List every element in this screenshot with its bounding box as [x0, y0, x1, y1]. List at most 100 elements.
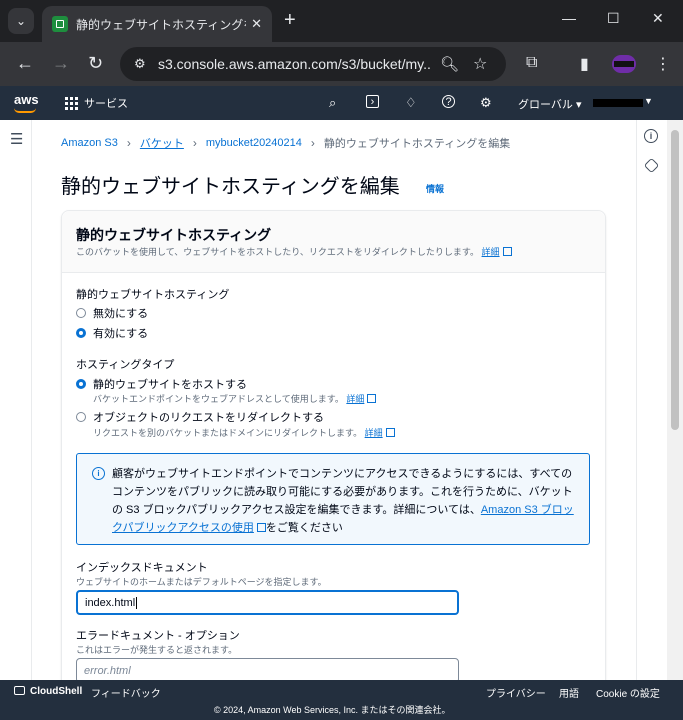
redirect-description: リクエストを別のバケットまたはドメインにリダイレクトします。 詳細	[93, 426, 395, 439]
left-navigation-rail: ☰	[0, 120, 32, 680]
tools-icon[interactable]	[643, 157, 660, 174]
right-tools-rail: i	[636, 120, 666, 680]
radio-disable-icon[interactable]	[76, 308, 86, 318]
panel-title: 静的ウェブサイトホスティング	[76, 227, 272, 243]
alert-text: 顧客がウェブサイトエンドポイントでコンテンツにアクセスできるようにするには、すべ…	[112, 465, 582, 537]
external-link-icon	[502, 247, 512, 256]
text-caret	[136, 596, 138, 609]
browser-tab[interactable]: 静的ウェブサイトホスティングを編集 ✕	[42, 6, 272, 42]
scrollbar-thumb[interactable]	[671, 130, 679, 430]
error-document-label: エラードキュメント - オプション	[76, 630, 240, 642]
forward-arrow-icon[interactable]: →	[52, 53, 70, 73]
tab-close-icon[interactable]: ✕	[251, 16, 262, 32]
privacy-link[interactable]: プライバシー	[486, 685, 546, 700]
cloudshell-button[interactable]: CloudShell	[14, 685, 82, 697]
cloudshell-label[interactable]: CloudShell	[30, 686, 82, 697]
feedback-link[interactable]: フィードバック	[91, 685, 161, 700]
profile-avatar[interactable]	[612, 55, 636, 73]
reload-icon[interactable]: ↻	[88, 53, 103, 73]
terms-link[interactable]: 用語	[559, 685, 579, 700]
panel-description-text: このバケットを使用して、ウェブサイトをホストしたり、リクエストをリダイレクトした…	[76, 247, 480, 257]
radio-disable[interactable]: 無効にする	[76, 305, 148, 321]
info-link[interactable]: 情報	[426, 182, 444, 195]
radio-redirect-label[interactable]: オブジェクトのリクエストをリダイレクトする	[93, 409, 324, 425]
radio-host-static[interactable]: 静的ウェブサイトをホストする	[76, 376, 247, 392]
aws-console-footer: CloudShell フィードバック プライバシー 用語 Cookie の設定 …	[0, 680, 683, 720]
panel-detail-link[interactable]: 詳細	[482, 247, 500, 257]
settings-gear-icon[interactable]: ⚙	[480, 95, 492, 111]
hosting-type-label: ホスティングタイプ	[76, 359, 175, 371]
site-settings-icon[interactable]: ⚙	[134, 56, 158, 72]
radio-redirect-icon[interactable]	[76, 412, 86, 422]
breadcrumb-bucket-name[interactable]: mybucket20240214	[206, 137, 302, 149]
radio-enable-label[interactable]: 有効にする	[93, 325, 148, 341]
breadcrumb-separator-icon: ›	[192, 136, 197, 150]
tab-title: 静的ウェブサイトホスティングを編集	[76, 17, 246, 32]
copyright-text: © 2024, Amazon Web Services, Inc. またはその関…	[214, 705, 451, 715]
side-panel-icon[interactable]: ▮	[580, 54, 589, 74]
services-menu[interactable]: サービス	[65, 95, 128, 111]
breadcrumb-amazon-s3[interactable]: Amazon S3	[61, 137, 118, 149]
redirect-description-text: リクエストを別のバケットまたはドメインにリダイレクトします。	[93, 428, 363, 438]
close-window-button[interactable]: ✕	[652, 10, 664, 27]
redirect-detail-link[interactable]: 詳細	[365, 428, 383, 438]
maximize-button[interactable]: ☐	[607, 10, 620, 27]
panel-header: 静的ウェブサイトホスティング このバケットを使用して、ウェブサイトをホストしたり…	[62, 211, 605, 273]
new-tab-button[interactable]: +	[284, 9, 296, 31]
minimize-button[interactable]: —	[562, 10, 576, 26]
aws-console-header: aws サービス ⌕ › ♢ ? ⚙ グローバル ▾ ▼	[0, 86, 683, 120]
search-icon[interactable]: ⌕	[329, 95, 336, 111]
radio-host-static-icon[interactable]	[76, 379, 86, 389]
tab-search-icon[interactable]: ⌄	[8, 8, 34, 34]
external-link-icon	[256, 523, 266, 532]
notifications-bell-icon[interactable]: ♢	[405, 95, 417, 111]
aws-logo-smile-icon	[14, 108, 36, 113]
breadcrumb-buckets[interactable]: バケット	[140, 135, 184, 151]
panel-description: このバケットを使用して、ウェブサイトをホストしたり、リクエストをリダイレクトした…	[76, 245, 512, 258]
tab-bar: ⌄ 静的ウェブサイトホスティングを編集 ✕ + — ☐ ✕	[0, 0, 683, 42]
help-icon[interactable]: ?	[442, 95, 455, 108]
error-document-placeholder[interactable]: error.html	[84, 665, 131, 677]
host-static-description-text: バケットエンドポイントをウェブアドレスとして使用します。	[93, 394, 344, 404]
alert-text-tail: をご覧ください	[265, 522, 343, 534]
index-document-input[interactable]: index.html	[76, 590, 459, 615]
extensions-puzzle-icon[interactable]: ⧉	[526, 54, 537, 72]
zoom-icon[interactable]: 🔍︎	[440, 55, 459, 73]
external-link-icon	[385, 428, 395, 437]
host-static-detail-link[interactable]: 詳細	[346, 394, 364, 404]
static-hosting-panel: 静的ウェブサイトホスティング このバケットを使用して、ウェブサイトをホストしたり…	[61, 210, 606, 680]
back-arrow-icon[interactable]: ←	[16, 53, 34, 73]
radio-host-static-label[interactable]: 静的ウェブサイトをホストする	[93, 376, 247, 392]
info-icon: i	[92, 467, 105, 480]
browser-menu-icon[interactable]: ⋮	[655, 54, 671, 74]
error-document-input[interactable]: error.html	[76, 658, 459, 680]
breadcrumb-current: 静的ウェブサイトホスティングを編集	[323, 138, 511, 150]
breadcrumb-separator-icon: ›	[126, 136, 131, 150]
bookmark-star-icon[interactable]: ☆	[473, 54, 487, 74]
region-selector[interactable]: グローバル ▾	[518, 96, 581, 112]
cloudshell-icon[interactable]: ›	[366, 95, 379, 108]
radio-redirect[interactable]: オブジェクトのリクエストをリダイレクトする	[76, 409, 324, 425]
cookie-settings-link[interactable]: Cookie の設定	[596, 685, 660, 700]
radio-enable[interactable]: 有効にする	[76, 325, 148, 341]
menu-hamburger-icon[interactable]: ☰	[10, 130, 23, 148]
browser-window: ⌄ 静的ウェブサイトホスティングを編集 ✕ + — ☐ ✕ ← → ↻ ⚙ s3…	[0, 0, 683, 720]
address-bar[interactable]: ⚙ s3.console.aws.amazon.com/s3/bucket/my…	[120, 47, 506, 81]
account-caret-icon[interactable]: ▼	[644, 96, 653, 106]
main-content: ☰ Amazon S3 › バケット › mybucket20240214 › …	[0, 120, 683, 680]
error-document-description: これはエラーが発生すると返されます。	[76, 645, 238, 655]
url-text[interactable]: s3.console.aws.amazon.com/s3/bucket/my..…	[158, 56, 432, 72]
host-static-description: バケットエンドポイントをウェブアドレスとして使用します。 詳細	[93, 392, 377, 405]
radio-enable-icon[interactable]	[76, 328, 86, 338]
breadcrumb-separator-icon: ›	[310, 136, 315, 150]
account-menu[interactable]	[593, 99, 643, 107]
public-access-info-alert: i 顧客がウェブサイトエンドポイントでコンテンツにアクセスできるようにするには、…	[76, 453, 590, 545]
index-document-value[interactable]: index.html	[85, 597, 135, 609]
info-panel-icon[interactable]: i	[644, 129, 658, 143]
browser-toolbar: ← → ↻ ⚙ s3.console.aws.amazon.com/s3/buc…	[0, 42, 683, 86]
index-document-description: ウェブサイトのホームまたはデフォルトページを指定します。	[76, 577, 327, 587]
index-document-label: インデックスドキュメント	[76, 562, 208, 574]
breadcrumb: Amazon S3 › バケット › mybucket20240214 › 静的…	[61, 135, 510, 151]
radio-disable-label[interactable]: 無効にする	[93, 305, 148, 321]
aws-logo[interactable]: aws	[14, 92, 39, 107]
